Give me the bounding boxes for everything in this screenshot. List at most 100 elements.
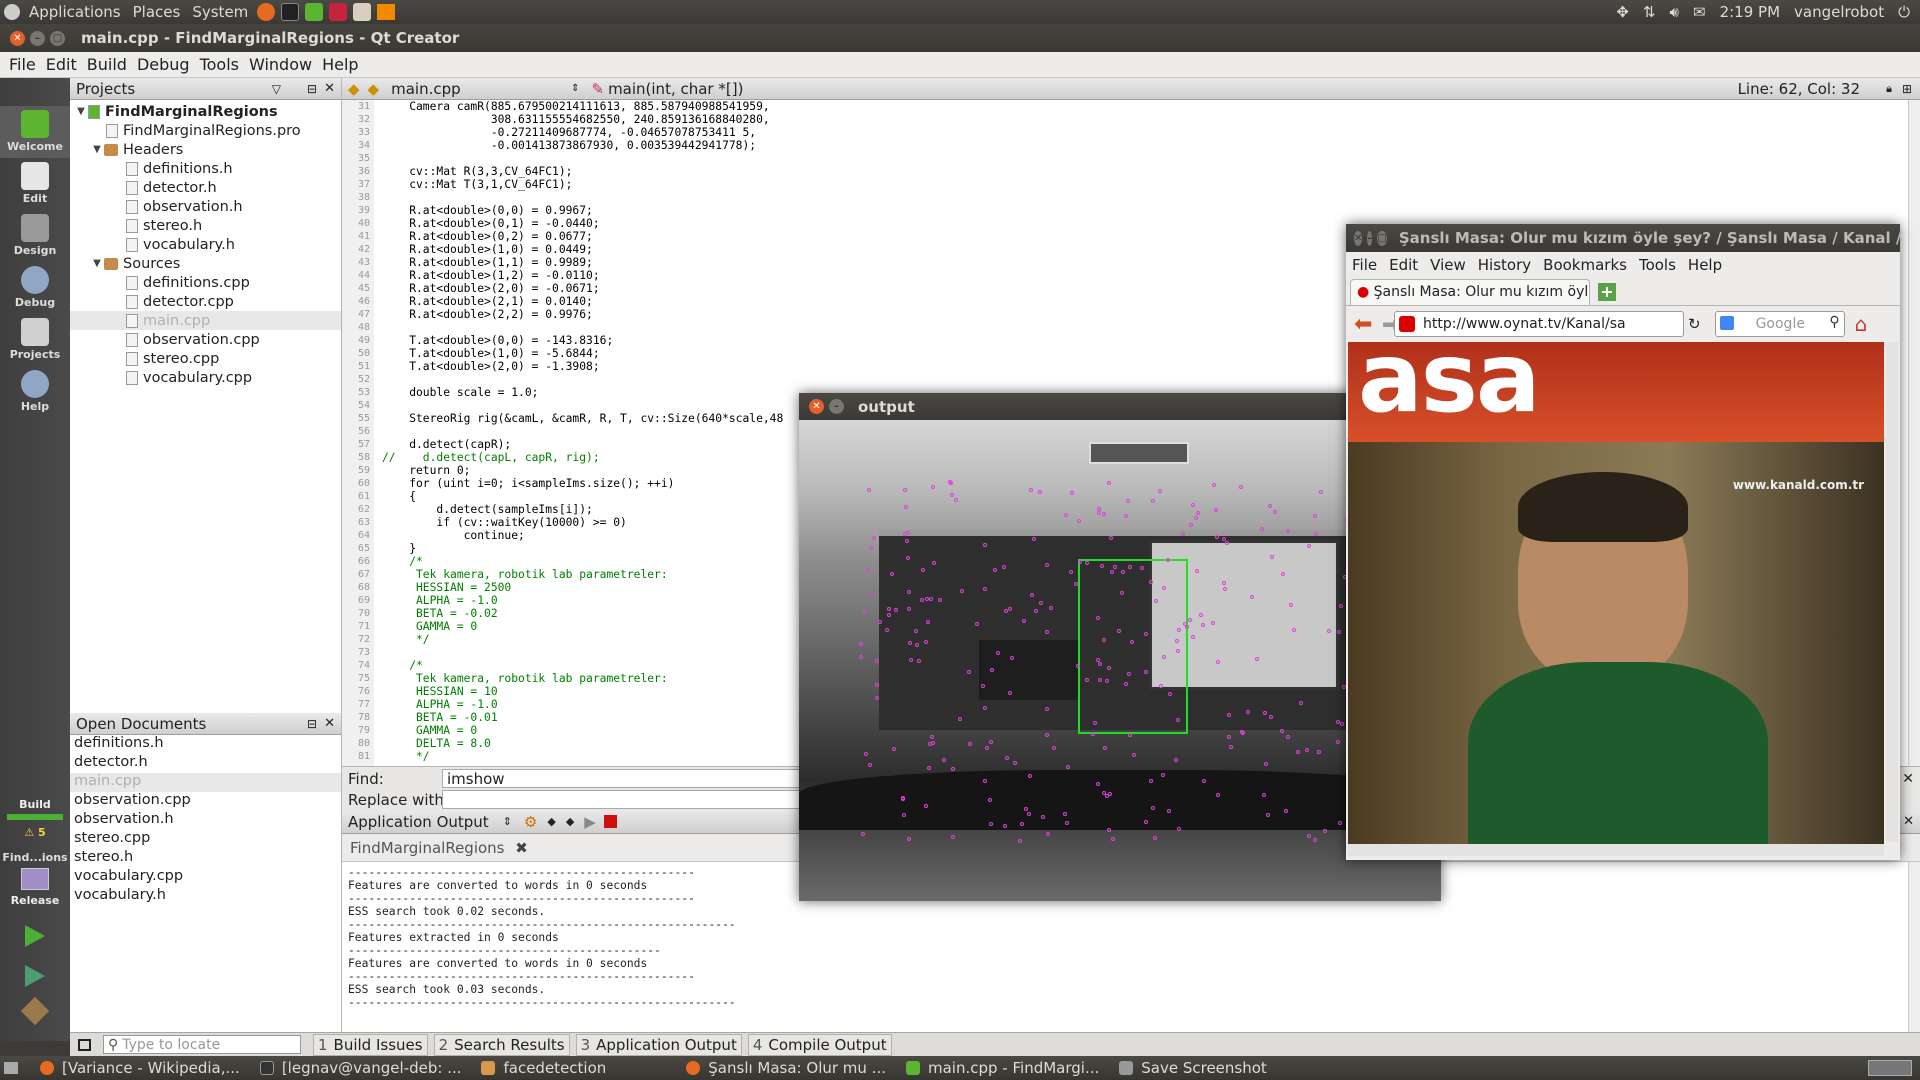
tab-build-issues[interactable]: 1 Build Issues (313, 1033, 428, 1056)
menu-window[interactable]: Window (244, 55, 317, 74)
open-doc-item-selected[interactable]: main.cpp (70, 773, 341, 792)
code-line[interactable]: 308.631155554682550, 240.859136168840280… (382, 113, 1920, 126)
close-tab-icon[interactable]: ✖ (515, 839, 528, 857)
run-icon[interactable] (25, 925, 45, 947)
open-doc-item[interactable]: vocabulary.h (70, 887, 341, 906)
open-doc-item[interactable]: stereo.cpp (70, 830, 341, 849)
home-icon[interactable]: ⌂ (1855, 312, 1868, 336)
code-line[interactable]: R.at<double>(0,0) = 0.9967; (382, 204, 1920, 217)
menu-places[interactable]: Places (127, 3, 187, 21)
tab-search-results[interactable]: 2 Search Results (433, 1033, 570, 1056)
debug-run-icon[interactable] (25, 965, 45, 987)
mail-icon[interactable]: ✉ (1693, 3, 1706, 21)
mode-welcome[interactable]: Welcome (0, 106, 70, 158)
tab-application-output[interactable]: 3 Application Output (575, 1033, 742, 1056)
code-line[interactable]: cv::Mat T(3,1,CV_64FC1); (382, 178, 1920, 191)
output-selector-icon[interactable]: ⇕ (503, 815, 512, 828)
build-config[interactable]: Release (0, 894, 70, 907)
reload-icon[interactable]: ↻ (1688, 315, 1701, 333)
firefox-launcher-icon[interactable] (257, 3, 276, 21)
close-find-icon[interactable]: ✕ (1902, 771, 1914, 787)
browser-tab[interactable]: ● Şanslı Masa: Olur mu kızım öyl... (1350, 279, 1590, 305)
split-icon[interactable]: ⊟ (307, 717, 317, 731)
taskbar-item[interactable]: [Variance - Wikipedia,... (30, 1059, 250, 1077)
dropbox-icon[interactable]: ✥ (1616, 3, 1629, 21)
minimize-window-icon[interactable]: – (30, 30, 45, 46)
close-panel-icon[interactable]: ✕ (324, 716, 335, 731)
code-line[interactable] (382, 191, 1920, 204)
ff-menu-edit[interactable]: Edit (1383, 256, 1424, 274)
tree-file[interactable]: observation.cpp (70, 330, 341, 349)
collapse-arrow-icon[interactable]: ▼ (90, 258, 104, 269)
stop-icon[interactable] (603, 815, 617, 828)
open-doc-item[interactable]: vocabulary.cpp (70, 868, 341, 887)
ff-menu-view[interactable]: View (1424, 256, 1472, 274)
ff-menu-history[interactable]: History (1472, 256, 1537, 274)
ff-menu-tools[interactable]: Tools (1633, 256, 1682, 274)
firefox-v-scrollbar[interactable] (1886, 342, 1898, 842)
ff-menu-file[interactable]: File (1346, 256, 1383, 274)
show-desktop-icon[interactable] (4, 1062, 18, 1074)
ff-menu-bookmarks[interactable]: Bookmarks (1537, 256, 1633, 274)
code-line[interactable]: -0.001413873867930, 0.003539442941778); (382, 139, 1920, 152)
power-icon[interactable]: ⏻ (1898, 3, 1910, 21)
nav-back-icon[interactable]: ◆ (348, 80, 360, 98)
close-window-icon[interactable]: ✕ (1354, 230, 1363, 246)
ff-menu-help[interactable]: Help (1682, 256, 1728, 274)
lock-icon[interactable]: 🔒︎ (1886, 82, 1892, 96)
user-name[interactable]: vangelrobot (1794, 3, 1884, 21)
minimize-window-icon[interactable]: – (1367, 230, 1373, 246)
close-output-icon[interactable]: ✕ (1903, 814, 1914, 829)
file-selector[interactable]: main.cpp (391, 80, 571, 98)
warning-count[interactable]: 5 (38, 826, 46, 839)
volume-icon[interactable]: 🔊︎ (1670, 3, 1679, 21)
qtcreator-launcher-icon[interactable] (305, 3, 324, 21)
firefox-h-scrollbar[interactable] (1348, 844, 1884, 856)
prev-icon[interactable]: ◆ (547, 815, 555, 828)
files-launcher-icon[interactable] (353, 3, 372, 21)
rerun-icon[interactable]: ⚙ (524, 813, 537, 831)
editor-scrollbar[interactable] (1908, 100, 1920, 766)
tree-file[interactable]: observation.h (70, 197, 341, 216)
menu-tools[interactable]: Tools (195, 55, 244, 74)
taskbar-item[interactable]: facedetection (471, 1059, 616, 1077)
filter-icon[interactable]: ▽ (272, 82, 281, 96)
output-window-titlebar[interactable]: ✕ – output (799, 393, 1441, 420)
code-line[interactable]: -0.27211409687774, -0.04657078753411 5, (382, 126, 1920, 139)
nav-forward-icon[interactable]: ◆ (368, 80, 380, 98)
tree-file[interactable]: vocabulary.cpp (70, 368, 341, 387)
file-selector-arrow-icon[interactable]: ⇕ (571, 83, 579, 94)
app-launcher-icon[interactable] (329, 3, 348, 21)
target-computer-icon[interactable] (21, 868, 49, 890)
open-doc-item[interactable]: stereo.h (70, 849, 341, 868)
next-icon[interactable]: ◆ (566, 815, 574, 828)
tree-file[interactable]: definitions.h (70, 159, 341, 178)
tree-headers-folder[interactable]: ▼ Headers (70, 140, 341, 159)
menu-applications[interactable]: Applications (23, 3, 127, 21)
menu-help[interactable]: Help (317, 55, 363, 74)
tree-file[interactable]: stereo.cpp (70, 349, 341, 368)
collapse-arrow-icon[interactable]: ▼ (74, 106, 88, 117)
back-icon[interactable]: ⬅ (1354, 312, 1372, 337)
taskbar-item[interactable]: main.cpp - FindMargi... (896, 1059, 1109, 1077)
tree-file[interactable]: detector.h (70, 178, 341, 197)
code-line[interactable]: Camera camR(885.679500214111613, 885.587… (382, 100, 1920, 113)
maximize-window-icon[interactable]: □ (50, 30, 65, 46)
mode-edit[interactable]: Edit (0, 158, 70, 210)
project-root[interactable]: ▼ FindMarginalRegions (70, 102, 341, 121)
tree-pro-file[interactable]: FindMarginalRegions.pro (70, 121, 341, 140)
menu-file[interactable]: File (4, 55, 41, 74)
menu-system[interactable]: System (186, 3, 254, 21)
search-bar[interactable]: Google ⚲ (1714, 311, 1845, 337)
open-doc-item[interactable]: definitions.h (70, 735, 341, 754)
tab-compile-output[interactable]: 4 Compile Output (747, 1033, 892, 1056)
output-scrollbar[interactable] (1908, 862, 1920, 1032)
clock[interactable]: 2:19 PM (1720, 3, 1780, 21)
mode-help[interactable]: Help (0, 366, 70, 418)
close-window-icon[interactable]: ✕ (10, 30, 25, 46)
open-doc-item[interactable]: observation.cpp (70, 792, 341, 811)
taskbar-item[interactable]: Şanslı Masa: Olur mu ... (676, 1059, 896, 1077)
close-panel-icon[interactable]: ✕ (324, 81, 335, 96)
split-icon[interactable]: ⊟ (307, 82, 317, 96)
tree-file-selected[interactable]: main.cpp (70, 311, 341, 330)
